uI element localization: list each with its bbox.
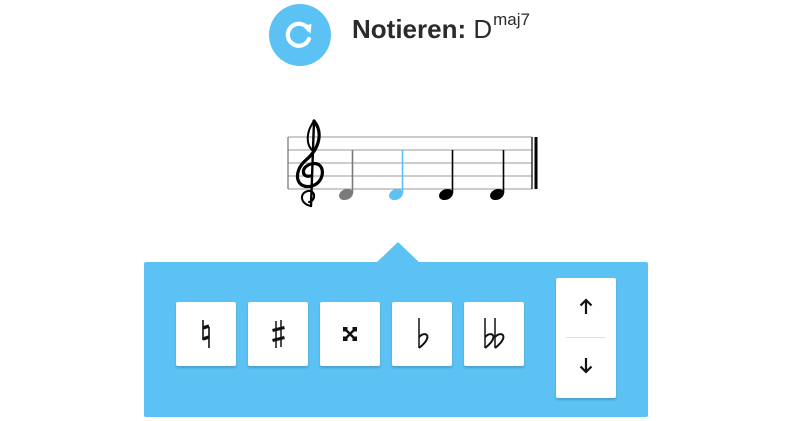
treble-clef-icon: [295, 119, 324, 208]
sharp-button[interactable]: [248, 302, 308, 366]
double-sharp-button[interactable]: [320, 302, 380, 366]
double-sharp-icon: [343, 327, 357, 341]
arrow-down-icon: [579, 358, 593, 374]
sharp-icon: [272, 320, 285, 348]
double-flat-icon: [484, 318, 505, 349]
end-barline: [531, 137, 538, 189]
octave-up-button[interactable]: [556, 278, 616, 336]
staff-lines: [288, 136, 532, 190]
natural-button[interactable]: [176, 302, 236, 366]
panel-pointer: [376, 242, 420, 263]
double-flat-button[interactable]: [464, 302, 524, 366]
arrow-up-icon: [579, 298, 593, 314]
natural-icon: [202, 320, 210, 348]
octave-switcher: [556, 278, 616, 398]
flat-button[interactable]: [392, 302, 452, 366]
octave-down-button[interactable]: [556, 338, 616, 396]
flat-icon: [418, 318, 429, 349]
accidental-panel: [144, 262, 648, 417]
music-staff: [287, 119, 538, 208]
